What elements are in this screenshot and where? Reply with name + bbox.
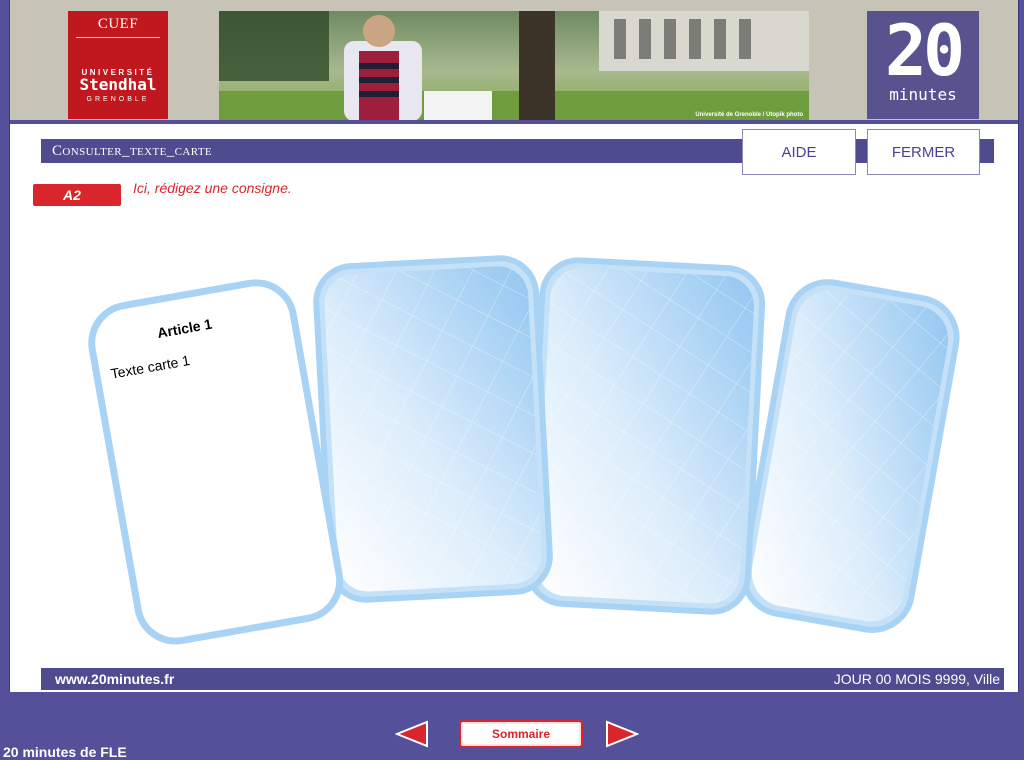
footer-bar: www.20minutes.fr JOUR 00 MOIS 9999, Vill… (41, 668, 1004, 690)
main-frame: CUEF UNIVERSITÉ Stendhal GRENOBLE Univer… (9, 0, 1019, 692)
cards-area: Article 1 Texte carte 1 (86, 255, 963, 647)
brand-label: 20 minutes de FLE (3, 744, 127, 760)
card-3[interactable] (525, 257, 766, 615)
summary-button[interactable]: Sommaire (459, 720, 583, 748)
next-arrow-icon[interactable] (605, 720, 640, 748)
card-1[interactable]: Article 1 Texte carte 1 (86, 277, 346, 647)
card-2[interactable] (313, 255, 553, 603)
footer-date: JOUR 00 MOIS 9999, Ville (833, 671, 1000, 687)
previous-arrow-icon[interactable] (394, 720, 429, 748)
card-4[interactable] (737, 276, 963, 636)
footer-url: www.20minutes.fr (55, 671, 175, 687)
